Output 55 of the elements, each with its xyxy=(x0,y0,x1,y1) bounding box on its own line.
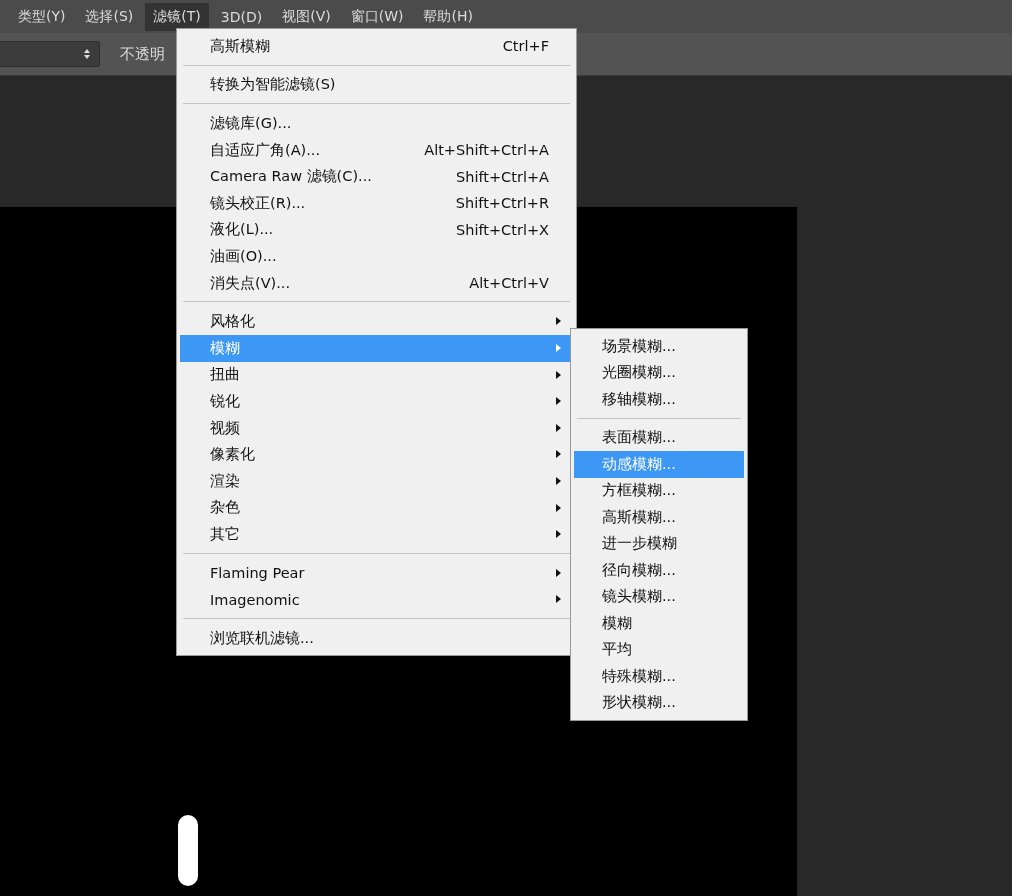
submenu-item[interactable]: 形状模糊... xyxy=(574,689,744,716)
menu-item[interactable]: 渲染 xyxy=(180,467,573,495)
submenu-item[interactable]: 光圈模糊... xyxy=(574,359,744,386)
menu-item[interactable]: 扭曲 xyxy=(180,361,573,389)
submenu-arrow-icon xyxy=(556,450,561,459)
menu-item[interactable]: 油画(O)... xyxy=(180,243,573,270)
menu-item[interactable]: 其它 xyxy=(180,521,573,548)
menu-item[interactable]: 高斯模糊 Ctrl+F xyxy=(180,33,573,60)
up-down-caret-icon xyxy=(83,48,91,60)
submenu-item[interactable]: 表面模糊... xyxy=(574,424,744,451)
submenu-item[interactable]: 径向模糊... xyxy=(574,557,744,584)
menu-item[interactable]: Camera Raw 滤镜(C)... Shift+Ctrl+A xyxy=(180,163,573,190)
submenu-arrow-icon xyxy=(556,595,561,604)
submenu-item[interactable]: 移轴模糊... xyxy=(574,386,744,413)
rounded-pill-shape xyxy=(178,815,198,886)
menu-bar-item[interactable]: 视图(V) xyxy=(274,2,339,31)
menu-item[interactable]: 风格化 xyxy=(180,308,573,335)
submenu-item[interactable]: 进一步模糊 xyxy=(574,530,744,557)
menu-item[interactable]: 消失点(V)... Alt+Ctrl+V xyxy=(180,269,573,297)
submenu-arrow-icon xyxy=(556,343,561,352)
menu-bar-item[interactable]: 类型(Y) xyxy=(10,2,74,31)
menu-bar-item[interactable]: 帮助(H) xyxy=(415,2,481,31)
menu-item[interactable]: Flaming Pear xyxy=(180,559,573,587)
submenu-item[interactable]: 高斯模糊... xyxy=(574,504,744,531)
menu-item[interactable]: 滤镜库(G)... xyxy=(180,110,573,137)
submenu-arrow-icon xyxy=(556,397,561,406)
opacity-label: 不透明 xyxy=(120,44,165,64)
menu-item[interactable]: 像素化 xyxy=(180,441,573,468)
menu-item[interactable]: 液化(L)... Shift+Ctrl+X xyxy=(180,216,573,244)
menu-bar-item[interactable]: 3D(D) xyxy=(212,3,271,30)
submenu-arrow-icon xyxy=(556,530,561,539)
menu-item[interactable]: 自适应广角(A)... Alt+Shift+Ctrl+A xyxy=(180,136,573,164)
dropdown-field[interactable] xyxy=(0,41,100,67)
menu-item[interactable]: 锐化 xyxy=(180,388,573,415)
menu-item[interactable]: 镜头校正(R)... Shift+Ctrl+R xyxy=(180,189,573,217)
menu-bar-item[interactable]: 滤镜(T) xyxy=(145,2,209,31)
submenu-arrow-icon xyxy=(556,317,561,326)
menu-bar-item[interactable]: 选择(S) xyxy=(77,2,142,31)
menu-item[interactable]: 杂色 xyxy=(180,494,573,522)
submenu-item[interactable]: 方框模糊... xyxy=(574,477,744,504)
submenu-item[interactable]: 场景模糊... xyxy=(574,333,744,360)
menu-item[interactable]: 浏览联机滤镜... xyxy=(180,624,573,652)
submenu-arrow-icon xyxy=(556,568,561,577)
submenu-arrow-icon xyxy=(556,503,561,512)
submenu-item[interactable]: 模糊 xyxy=(574,610,744,637)
submenu-item[interactable]: 平均 xyxy=(574,636,744,663)
submenu-arrow-icon xyxy=(556,423,561,432)
menu-item[interactable]: 视频 xyxy=(180,414,573,442)
submenu-item[interactable]: 镜头模糊... xyxy=(574,583,744,610)
submenu-item[interactable]: 特殊模糊... xyxy=(574,663,744,690)
submenu-arrow-icon xyxy=(556,370,561,379)
menu-item[interactable]: Imagenomic xyxy=(180,586,573,613)
menu-item[interactable]: 转换为智能滤镜(S) xyxy=(180,71,573,99)
menu-bar-item[interactable]: 窗口(W) xyxy=(342,2,412,31)
submenu-arrow-icon xyxy=(556,476,561,485)
